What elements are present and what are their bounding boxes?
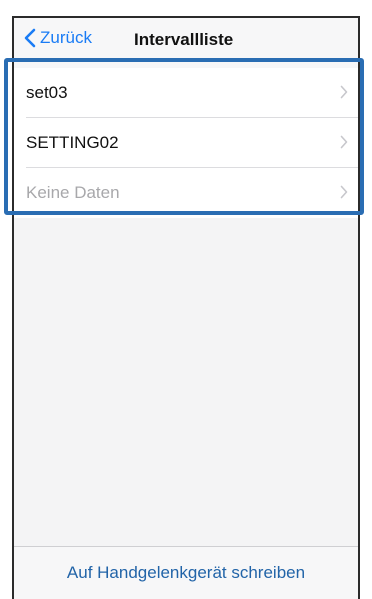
list-item-label: set03 [26,83,68,102]
list-item-label: Keine Daten [26,183,120,202]
page-title: Intervallliste [134,30,234,49]
phone-screen: Zurück Intervallliste set03 SETTING02 Ke… [12,16,360,599]
chevron-right-icon [340,85,348,99]
list-item-empty[interactable]: Keine Daten [14,168,358,218]
list-item[interactable]: set03 [14,68,358,118]
write-to-wrist-device-button[interactable]: Auf Handgelenkgerät schreiben [67,563,305,583]
list-item-label: SETTING02 [26,133,119,152]
interval-list: set03 SETTING02 Keine Daten [14,68,358,218]
back-button-label: Zurück [40,28,92,47]
navigation-bar: Zurück Intervallliste [14,18,358,68]
back-button[interactable]: Zurück [24,28,92,48]
chevron-right-icon [340,135,348,149]
list-item[interactable]: SETTING02 [14,118,358,168]
chevron-right-icon [340,185,348,199]
bottom-toolbar: Auf Handgelenkgerät schreiben [14,546,358,599]
chevron-left-icon [24,28,36,48]
